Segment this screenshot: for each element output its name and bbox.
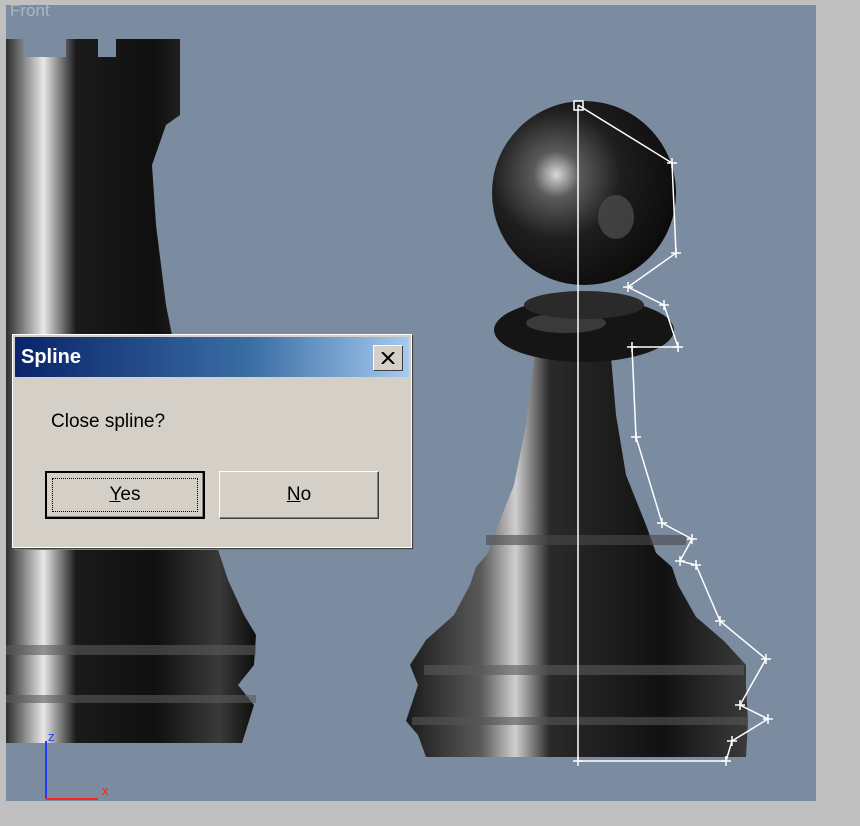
pawn-piece <box>406 101 748 757</box>
axis-z-label: z <box>48 729 55 744</box>
close-icon <box>381 352 395 364</box>
close-button[interactable] <box>373 345 403 371</box>
viewport-label[interactable]: Front <box>10 5 50 21</box>
close-spline-dialog: Spline Close spline? Yes No <box>12 334 412 548</box>
dialog-message: Close spline? <box>51 411 166 432</box>
no-label: No <box>286 484 312 505</box>
axis-x-label: x <box>102 783 109 798</box>
dialog-title: Spline <box>21 346 82 368</box>
focus-rect <box>52 478 198 512</box>
no-button[interactable]: No <box>219 471 379 519</box>
dialog-titlebar[interactable]: Spline <box>15 337 409 377</box>
yes-button[interactable]: Yes <box>45 471 205 519</box>
